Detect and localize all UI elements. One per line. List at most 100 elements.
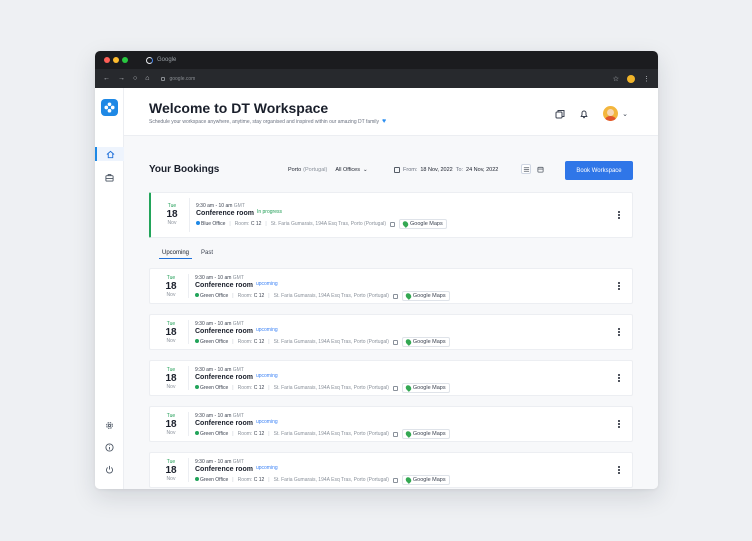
gear-icon [106,421,113,429]
booking-date-number: 18 [165,281,177,292]
from-date: 18 Nov, 2022 [420,167,453,173]
sidebar-item-home[interactable] [95,147,124,161]
booking-date-number: 18 [166,209,178,220]
browser-window: Google ← → ○ ⌂ google.com ☆ ⋮ Welcome to… [95,51,658,489]
notifications-button[interactable] [579,109,589,119]
booking-month: Nov [167,220,177,226]
divider [188,412,189,436]
timezone: GMT [232,275,244,281]
more-options-button[interactable] [618,328,620,336]
city-label: Porto [288,167,302,173]
sidebar-item-info[interactable] [95,440,124,454]
room-code: C 12 [253,293,265,299]
browser-tab-title: Google [157,57,177,63]
lock-icon [161,76,166,81]
booking-card[interactable]: Tue 18 Nov 9:30 am - 10 am GMT Conference ro… [149,314,633,350]
offices-value: All Offices [335,167,360,173]
booking-card[interactable]: Tue 18 Nov 9:30 am - 10 am GMT Conference ro… [149,360,633,396]
room-code: C 12 [253,339,265,345]
google-maps-label: Google Maps [412,385,446,391]
browser-profile-avatar[interactable] [627,74,635,83]
divider [188,274,189,298]
separator: | [268,385,270,391]
page-header: Welcome to DT Workspace Schedule your wo… [124,88,658,136]
power-icon [106,465,113,473]
reload-icon[interactable]: ○ [133,75,137,82]
app: Welcome to DT Workspace Schedule your wo… [95,88,658,489]
book-workspace-button[interactable]: Book Workspace [565,161,633,180]
booking-time: 9:30 am - 10 am GMT [195,459,450,465]
browser-menu-icon[interactable]: ⋮ [643,75,650,83]
calendar-view-button[interactable] [535,164,545,174]
google-maps-link[interactable]: Google Maps [401,337,450,347]
cards-icon [555,109,565,118]
booking-card[interactable]: Tue 18 Nov 9:30 am - 10 am GMT Conference ro… [149,452,633,488]
copy-icon[interactable] [392,431,398,437]
map-pin-icon [404,338,413,346]
more-options-button[interactable] [618,420,620,428]
booking-date-number: 18 [165,373,177,384]
booking-time: 9:30 am - 10 am GMT [195,275,450,281]
offices-dropdown[interactable]: All Offices ⌄ [335,167,367,173]
more-options-button[interactable] [618,374,620,382]
booking-card[interactable]: Tue 18 Nov 9:30 am - 10 am GMT Conference ro… [149,268,633,304]
office-label: Green Office [195,431,228,437]
office-label: Green Office [195,339,228,345]
forward-icon[interactable]: → [118,75,125,82]
close-window-button[interactable] [104,57,110,63]
copy-icon[interactable] [392,293,398,299]
separator: | [268,339,270,345]
home-browser-icon[interactable]: ⌂ [145,75,149,82]
google-maps-link[interactable]: Google Maps [401,429,450,439]
office-name: Green Office [200,431,229,437]
more-options-button[interactable] [618,282,620,290]
dt-logo[interactable] [101,99,118,116]
calendar-icon [536,166,544,173]
copy-icon[interactable] [392,477,398,483]
switch-workspace-button[interactable] [555,109,565,119]
google-maps-link[interactable]: Google Maps [401,475,450,485]
browser-tab[interactable]: Google [146,56,177,64]
google-maps-label: Google Maps [412,293,446,299]
google-maps-link[interactable]: Google Maps [401,291,450,301]
more-options-button[interactable] [618,211,620,219]
room-label: Room: [237,339,253,345]
google-maps-link[interactable]: Google Maps [401,383,450,393]
copy-icon[interactable] [390,221,396,227]
tab-past[interactable]: Past [198,250,216,259]
list-view-button[interactable] [521,164,531,174]
google-maps-link[interactable]: Google Maps [399,219,447,229]
booking-date: Tue 18 Nov [160,367,182,390]
room-label: Room: [237,385,253,391]
sidebar-item-workspace[interactable] [95,170,124,184]
date-range-picker[interactable]: From: 18 Nov, 2022 To: 24 Nov, 2022 [394,167,498,173]
copy-icon[interactable] [392,385,398,391]
location-filter[interactable]: Porto (Portugal) All Offices ⌄ [288,167,368,173]
address-bar[interactable]: google.com [161,76,604,82]
address: St. Faria Gumarais, 194A Esq Tras, Porto… [273,431,389,437]
booking-date-number: 18 [165,419,177,430]
user-menu[interactable]: ⌄ [603,106,628,121]
back-icon[interactable]: ← [103,75,110,82]
copy-icon[interactable] [392,339,398,345]
tab-upcoming[interactable]: Upcoming [159,250,193,259]
separator: | [232,431,234,437]
star-icon[interactable]: ☆ [613,75,619,83]
booking-meta: Blue Office | Room: C 12 | St. Faria Gum… [196,219,447,229]
more-options-button[interactable] [618,466,620,474]
room-name: Conference room [195,328,253,335]
current-booking-card[interactable]: Tue 18 Nov 9:30 am - 10 am GMT Conferenc… [149,192,633,238]
google-icon [146,56,153,64]
booking-details: 9:30 am - 10 am GMT Conference room upcomi… [195,321,450,347]
maximize-window-button[interactable] [122,57,128,63]
minimize-window-button[interactable] [113,57,119,63]
sidebar-item-settings[interactable] [95,418,124,432]
status-badge: upcoming [255,327,278,333]
timezone: GMT [232,413,244,419]
booking-date-number: 18 [165,465,177,476]
user-avatar [603,106,619,121]
booking-room: Conference room upcoming [195,465,450,473]
sidebar-item-logout[interactable] [95,462,124,476]
booking-card[interactable]: Tue 18 Nov 9:30 am - 10 am GMT Conference ro… [149,406,633,442]
room-code: C 12 [253,385,265,391]
